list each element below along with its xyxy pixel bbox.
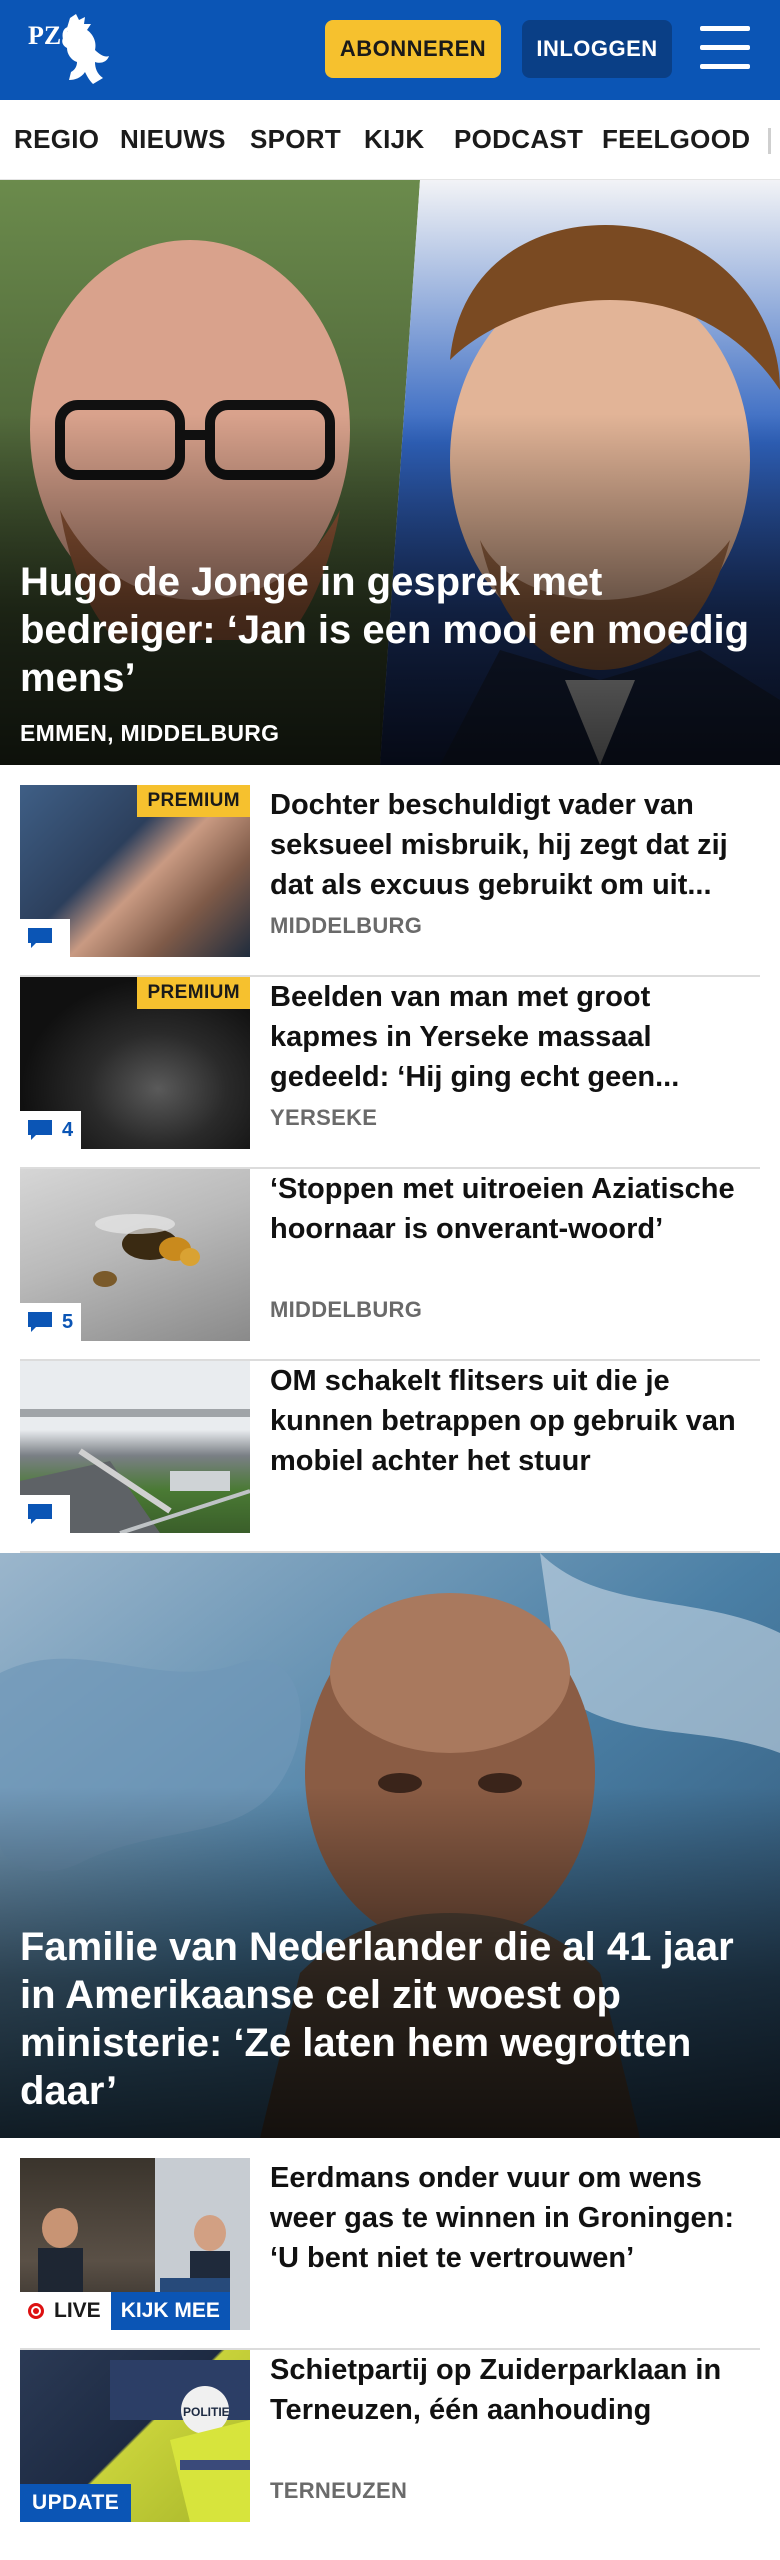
article-title[interactable]: Beelden van man met groot kapmes in Yers… xyxy=(270,977,760,1097)
login-button[interactable]: INLOGGEN xyxy=(522,20,672,78)
article-title[interactable]: Eerdmans onder vuur om wens weer gas te … xyxy=(270,2158,760,2278)
hero-location-1: EMMEN, MIDDELBURG xyxy=(20,720,280,746)
article-location: TERNEUZEN xyxy=(270,2478,408,2503)
article-thumbnail: PREMIUM xyxy=(20,785,250,957)
comments-indicator[interactable] xyxy=(20,1495,70,1533)
live-label: LIVE xyxy=(20,2292,111,2330)
section-nav: REGIO NIEUWS SPORT KIJK PODCAST FEELGOOD xyxy=(0,100,780,180)
comments-indicator[interactable]: 4 xyxy=(20,1111,82,1149)
article-location: MIDDELBURG xyxy=(270,1297,423,1322)
list-item[interactable]: 5 ‘Stoppen met uitroeien Aziatische hoor… xyxy=(20,1169,760,1361)
nav-item-kijk[interactable]: KIJK xyxy=(364,124,424,155)
nav-overflow-divider xyxy=(768,128,771,154)
comment-icon xyxy=(28,1312,52,1332)
list-item[interactable]: POLITIE UPDATE Schietpartij op Zuiderpar… xyxy=(20,2350,760,2542)
list-item[interactable]: OM schakelt flitsers uit die je kunnen b… xyxy=(20,1361,760,1553)
watch-live-button[interactable]: KIJK MEE xyxy=(110,2292,230,2330)
list-item[interactable]: PREMIUM Dochter beschuldigt vader van se… xyxy=(20,785,760,977)
article-thumbnail xyxy=(20,1361,250,1533)
subscribe-button[interactable]: ABONNEREN xyxy=(325,20,501,78)
update-badge: UPDATE xyxy=(20,2484,132,2522)
pzc-logo[interactable]: PZC xyxy=(26,10,116,90)
live-text: LIVE xyxy=(54,2299,101,2322)
article-title[interactable]: Dochter beschuldigt vader van seksueel m… xyxy=(270,785,760,905)
hornet-image xyxy=(93,1214,200,1287)
comment-icon xyxy=(28,1504,52,1524)
hero-article-2[interactable]: Familie van Nederlander die al 41 jaar i… xyxy=(0,1553,780,2138)
comment-icon xyxy=(28,1120,52,1140)
premium-badge: PREMIUM xyxy=(137,785,250,817)
article-location: MIDDELBURG xyxy=(270,913,423,938)
article-thumbnail: LIVE KIJK MEE xyxy=(20,2158,250,2330)
nav-item-nieuws[interactable]: NIEUWS xyxy=(120,124,226,155)
article-title[interactable]: OM schakelt flitsers uit die je kunnen b… xyxy=(270,1361,760,1481)
hero-title-2[interactable]: Familie van Nederlander die al 41 jaar i… xyxy=(20,1923,760,2115)
article-title[interactable]: Schietpartij op Zuiderparklaan in Terneu… xyxy=(270,2350,760,2430)
hero-article-1[interactable]: Hugo de Jonge in gesprek met bedreiger: … xyxy=(0,180,780,765)
comments-indicator[interactable] xyxy=(20,919,70,957)
hamburger-menu-icon[interactable] xyxy=(700,26,754,72)
live-indicator[interactable]: LIVE KIJK MEE xyxy=(20,2292,230,2330)
article-thumbnail: PREMIUM 4 xyxy=(20,977,250,1149)
comment-icon xyxy=(28,928,52,948)
comment-count: 5 xyxy=(62,1310,74,1333)
svg-text:PZC: PZC xyxy=(28,21,80,50)
nav-item-sport[interactable]: SPORT xyxy=(250,124,341,155)
nav-item-podcast[interactable]: PODCAST xyxy=(454,124,583,155)
article-thumbnail: 5 xyxy=(20,1169,250,1341)
site-header: PZC ABONNEREN INLOGGEN xyxy=(0,0,780,100)
nav-item-feelgood[interactable]: FEELGOOD xyxy=(602,124,750,155)
premium-badge: PREMIUM xyxy=(137,977,250,1009)
article-location: YERSEKE xyxy=(270,1105,378,1130)
comment-count: 4 xyxy=(62,1118,74,1141)
hero-title-1[interactable]: Hugo de Jonge in gesprek met bedreiger: … xyxy=(20,558,760,702)
article-thumbnail: POLITIE UPDATE xyxy=(20,2350,250,2522)
svg-text:POLITIE: POLITIE xyxy=(183,2405,230,2419)
comments-indicator[interactable]: 5 xyxy=(20,1303,82,1341)
list-item[interactable]: PREMIUM 4 Beelden van man met groot kapm… xyxy=(20,977,760,1169)
nav-item-regio[interactable]: REGIO xyxy=(14,124,99,155)
live-dot-icon xyxy=(28,2303,44,2319)
article-title[interactable]: ‘Stoppen met uitroeien Aziatische hoorna… xyxy=(270,1169,760,1249)
list-item[interactable]: LIVE KIJK MEE Eerdmans onder vuur om wen… xyxy=(20,2158,760,2350)
